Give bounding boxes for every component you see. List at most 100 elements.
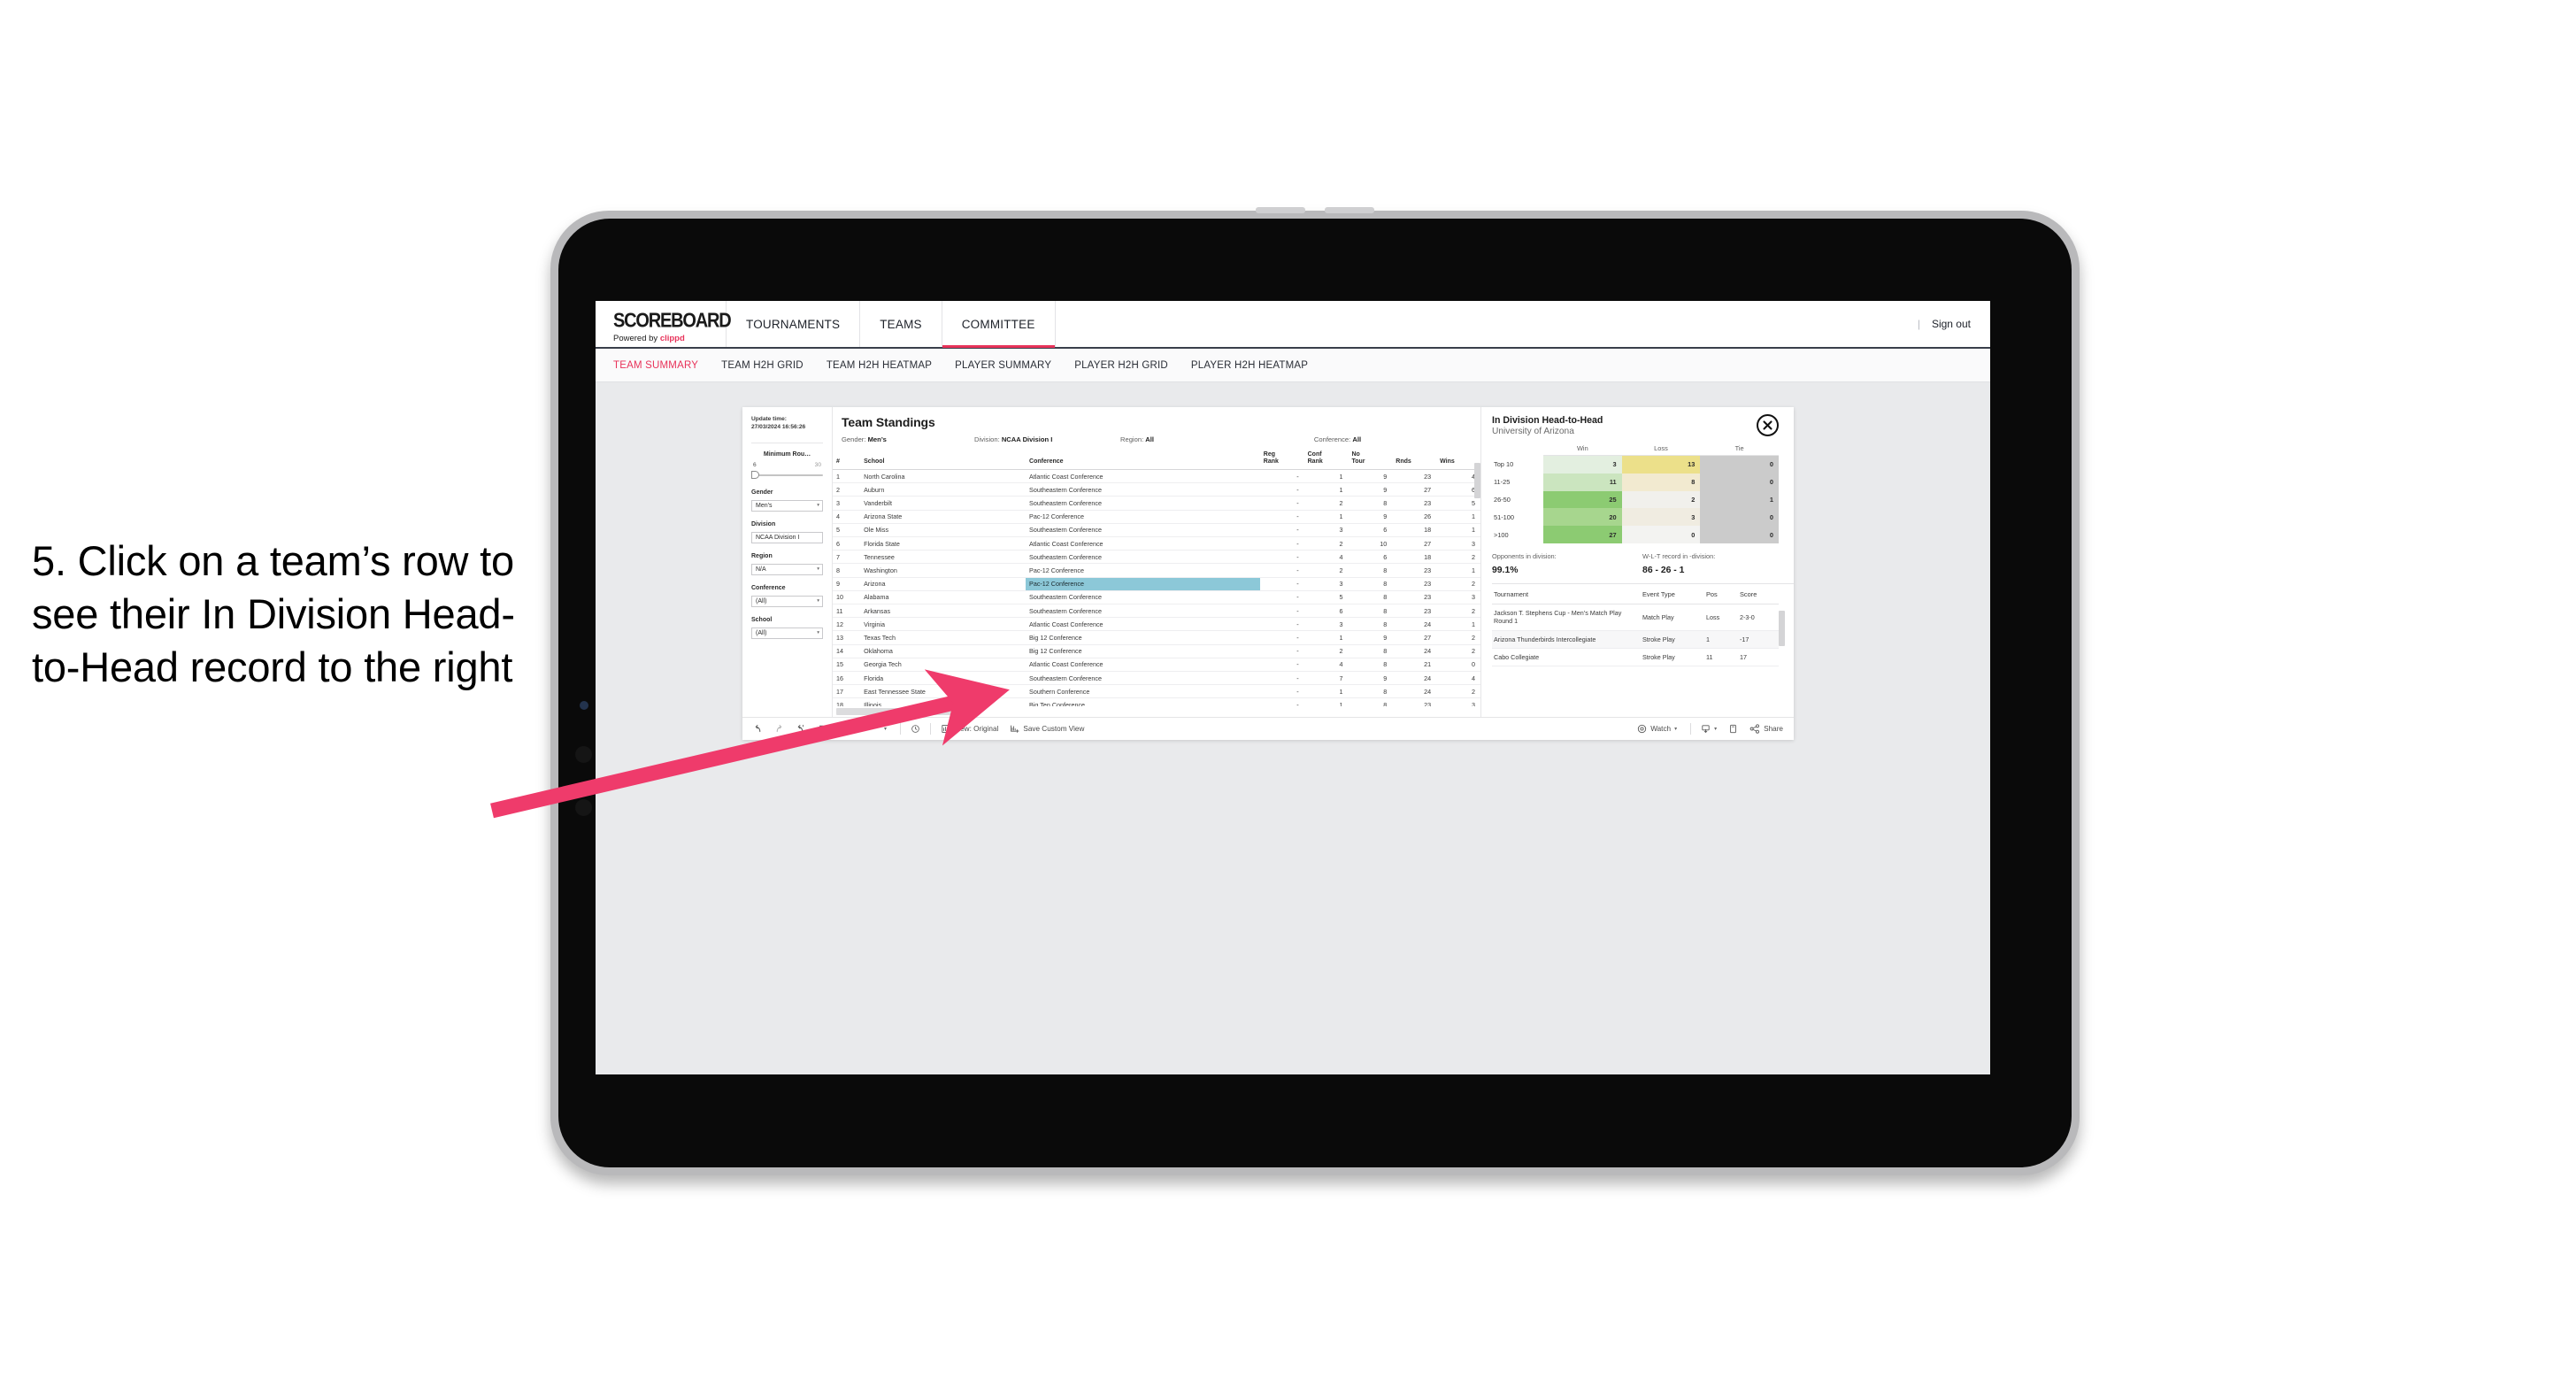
cell-tournament: Cabo Collegiate (1492, 648, 1641, 667)
conference-select[interactable]: (All) ▾ (751, 595, 823, 607)
table-row[interactable]: 5 Ole Miss Southeastern Conference -3 6 18 1 (833, 523, 1480, 538)
redo-icon[interactable] (774, 724, 784, 734)
cell-rnds: 26 (1392, 510, 1437, 524)
table-row[interactable]: 6 Florida State Atlantic Coast Conference -… (833, 536, 1480, 551)
cell-rank: 18 (833, 697, 861, 706)
col-no-tour[interactable]: No Tour (1348, 449, 1393, 471)
standings-table-body: 1 North Carolina Atlantic Coast Conference… (833, 469, 1480, 706)
tournament-table-head: Tournament Event Type Pos Score (1492, 583, 1779, 604)
h2h-row[interactable]: Top 10 3 13 0 (1492, 455, 1779, 474)
nav-item-teams[interactable]: TEAMS (860, 301, 942, 347)
sign-out-button[interactable]: | Sign out (1918, 301, 1990, 347)
nav-item-tournaments[interactable]: TOURNAMENTS (727, 301, 861, 347)
col-tournament[interactable]: Tournament (1492, 583, 1641, 604)
nav-item-committee[interactable]: COMMITTEE (942, 301, 1056, 348)
h2h-row[interactable]: 11-25 11 8 0 (1492, 473, 1779, 491)
toolbar-divider-3 (1690, 723, 1692, 735)
col-rank[interactable]: # (833, 449, 861, 471)
col-school[interactable]: School (860, 449, 1027, 471)
slider-handle[interactable] (751, 471, 759, 480)
table-row[interactable]: 15 Georgia Tech Atlantic Coast Conference -… (833, 658, 1480, 672)
watch-button[interactable]: Watch ▾ (1637, 724, 1677, 734)
cell-rnds: 23 (1392, 590, 1437, 604)
cell-rnds: 23 (1392, 697, 1437, 706)
undo-icon[interactable] (753, 724, 763, 734)
table-row[interactable]: 18 Illinois Big Ten Conference -1 8 23 3 (833, 697, 1480, 706)
meta-gender-label: Gender: (842, 435, 868, 443)
tab-player-h2h-heatmap[interactable]: PLAYER H2H HEATMAP (1191, 360, 1308, 371)
minimum-rounds-slider[interactable] (751, 471, 823, 480)
alert-clock-icon[interactable] (911, 724, 920, 734)
table-row[interactable]: 14 Oklahoma Big 12 Conference -2 8 24 2 (833, 644, 1480, 658)
col-pos[interactable]: Pos (1704, 583, 1738, 604)
gender-select[interactable]: Men’s ▾ (751, 499, 823, 512)
table-row[interactable]: 2 Auburn Southeastern Conference -1 9 27 6 (833, 482, 1480, 497)
col-event-type[interactable]: Event Type (1641, 583, 1704, 604)
tab-team-summary[interactable]: TEAM SUMMARY (613, 360, 698, 371)
cell-rnds: 23 (1392, 604, 1437, 619)
tab-player-summary[interactable]: PLAYER SUMMARY (955, 360, 1051, 371)
share-icon (1749, 724, 1760, 734)
tab-player-h2h-grid[interactable]: PLAYER H2H GRID (1074, 360, 1168, 371)
cell-school: Georgia Tech (860, 658, 1027, 672)
cell-conf-rank: 1 (1303, 510, 1349, 524)
brand-logo[interactable]: SCOREBOARD Powered by clippd (596, 301, 732, 347)
highlight-caret-icon[interactable]: ▾ (880, 724, 890, 734)
tab-team-h2h-grid[interactable]: TEAM H2H GRID (721, 360, 804, 371)
tournament-row[interactable]: Jackson T. Stephens Cup - Men’s Match Pl… (1492, 604, 1779, 631)
cell-reg-rank: - (1259, 523, 1304, 538)
watch-icon (1637, 724, 1647, 734)
table-row[interactable]: 13 Texas Tech Big 12 Conference -1 9 27 2 (833, 630, 1480, 645)
tournament-row[interactable]: Arizona Thunderbirds Intercollegiate Stro… (1492, 630, 1779, 649)
h2h-row[interactable]: 51-100 20 3 0 (1492, 508, 1779, 527)
revert-icon[interactable] (796, 724, 805, 734)
h2h-row[interactable]: >100 27 0 0 (1492, 526, 1779, 543)
col-score[interactable]: Score (1738, 583, 1779, 604)
cell-conf-rank: 1 (1303, 684, 1349, 699)
refresh-data-icon[interactable] (817, 724, 827, 734)
download-button[interactable]: ▾ (1701, 724, 1717, 734)
pause-updates-icon[interactable] (838, 724, 848, 734)
close-circle-icon[interactable] (1757, 414, 1779, 436)
standings-horizontal-scrollbar[interactable] (836, 708, 976, 715)
tournament-row[interactable]: Cabo Collegiate Stroke Play 11 17 (1492, 648, 1779, 667)
standings-vertical-scrollbar[interactable] (1474, 463, 1480, 498)
col-reg-rank[interactable]: Reg Rank (1259, 449, 1304, 471)
view-original-button[interactable]: View: Original (941, 724, 998, 734)
table-row[interactable]: 16 Florida Southeastern Conference -7 9 24 4 (833, 671, 1480, 686)
col-conf-rank[interactable]: Conf Rank (1303, 449, 1349, 471)
tournament-vertical-scrollbar[interactable] (1779, 610, 1785, 646)
col-rnds[interactable]: Rnds (1392, 449, 1437, 471)
cell-school: East Tennessee State (860, 684, 1027, 699)
table-row[interactable]: 12 Virginia Atlantic Coast Conference -3 8 24… (833, 617, 1480, 632)
cell-rank: 3 (833, 496, 861, 511)
region-select[interactable]: N/A ▾ (751, 563, 823, 575)
table-row[interactable]: 4 Arizona State Pac-12 Conference -1 9 26 1 (833, 510, 1480, 524)
cell-reg-rank: - (1259, 482, 1304, 497)
table-row[interactable]: 11 Arkansas Southeastern Conference -6 8 23 2 (833, 604, 1480, 619)
h2h-row[interactable]: 26-50 25 2 1 (1492, 490, 1779, 509)
table-row[interactable]: 9 Arizona Pac-12 Conference -3 8 23 2 (833, 577, 1480, 591)
table-row[interactable]: 3 Vanderbilt Southeastern Conference -2 8 23 5 (833, 496, 1480, 511)
col-conference[interactable]: Conference (1026, 449, 1260, 471)
table-row[interactable]: 1 North Carolina Atlantic Coast Conference… (833, 469, 1480, 484)
table-row[interactable]: 7 Tennessee Southeastern Conference -4 6 18 2 (833, 550, 1480, 565)
division-select[interactable]: NCAA Division I (751, 531, 823, 543)
share-button[interactable]: Share (1749, 724, 1783, 734)
cell-conference: Pac-12 Conference (1026, 577, 1260, 591)
cell-rnds: 23 (1392, 577, 1437, 591)
table-row[interactable]: 17 East Tennessee State Southern Conferenc… (833, 684, 1480, 699)
device-layout-icon[interactable] (1728, 724, 1738, 734)
cell-pos: 11 (1704, 648, 1738, 667)
filter-minimum-rounds[interactable]: Minimum Rou… 6 30 (751, 451, 823, 480)
highlight-icon[interactable] (859, 724, 869, 734)
save-custom-view-button[interactable]: Save Custom View (1010, 724, 1084, 734)
h2h-cell-tie: 0 (1700, 455, 1779, 474)
school-select[interactable]: (All) ▾ (751, 627, 823, 639)
table-row[interactable]: 10 Alabama Southeastern Conference -5 8 23 3 (833, 590, 1480, 604)
workbook-toolbar: ▾ View: Original Save Custom View Watch … (742, 717, 1794, 740)
cell-school: Vanderbilt (860, 496, 1027, 511)
table-row[interactable]: 8 Washington Pac-12 Conference -2 8 23 1 (833, 563, 1480, 578)
tab-team-h2h-heatmap[interactable]: TEAM H2H HEATMAP (827, 360, 932, 371)
